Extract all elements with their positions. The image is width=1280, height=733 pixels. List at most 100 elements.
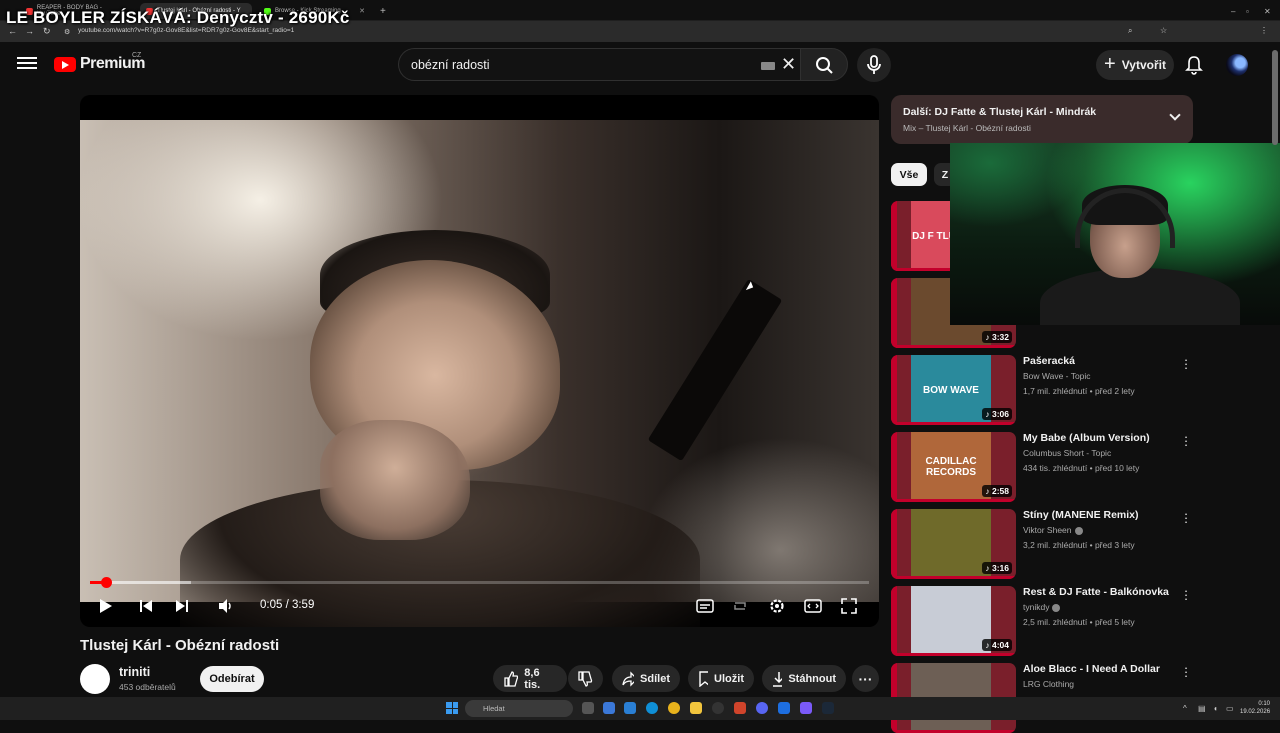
browser-menu-icon[interactable]: ⋮ xyxy=(1260,26,1268,35)
network-icon[interactable]: ▤ xyxy=(1198,704,1206,713)
recommendation-thumbnail[interactable]: ♪ 3:16 xyxy=(891,509,1016,579)
hamburger-menu-icon[interactable] xyxy=(17,54,37,74)
channel-name[interactable]: triniti xyxy=(119,665,150,679)
app-icon-3[interactable] xyxy=(800,702,812,714)
autoplay-toggle[interactable] xyxy=(728,595,752,617)
tray-chevron-icon[interactable]: ^ xyxy=(1183,704,1187,713)
theater-mode-button[interactable] xyxy=(801,595,825,617)
video-frame[interactable] xyxy=(80,120,879,627)
country-code: CZ xyxy=(132,52,142,59)
like-button[interactable]: 8,6 tis. xyxy=(493,665,567,692)
playlist-next-card[interactable]: Další: DJ Fatte & Tlustej Kárl - Mindrák… xyxy=(891,95,1193,144)
recommendation-title[interactable]: My Babe (Album Version) xyxy=(1023,432,1150,444)
recommendation-thumbnail[interactable]: BOW WAVE ♪ 3:06 xyxy=(891,355,1016,425)
subscribe-button[interactable]: Odebírat xyxy=(200,666,264,692)
taskbar-clock[interactable]: 0:10 19.02.2026 xyxy=(1240,700,1270,716)
keyboard-icon[interactable] xyxy=(761,62,775,70)
dislike-button[interactable] xyxy=(568,665,603,692)
windows-start-icon[interactable] xyxy=(446,702,458,714)
duration-badge: ♪ 3:06 xyxy=(982,408,1012,420)
subtitles-button[interactable] xyxy=(693,595,717,617)
chevron-down-icon[interactable] xyxy=(1169,109,1181,121)
voice-search-button[interactable] xyxy=(857,48,891,82)
task-view-icon[interactable] xyxy=(582,702,594,714)
maximize-icon[interactable]: ▫ xyxy=(1240,3,1255,19)
download-icon xyxy=(773,671,783,687)
more-actions-icon[interactable]: ··· xyxy=(852,665,879,692)
close-tab-icon[interactable]: ✕ xyxy=(359,7,365,15)
app-icon[interactable] xyxy=(734,702,746,714)
video-figure-gun xyxy=(647,278,783,462)
steam-icon[interactable] xyxy=(822,702,834,714)
search-box[interactable]: obézní radosti ✕ xyxy=(398,48,800,81)
create-button[interactable]: + Vytvořit xyxy=(1096,50,1174,80)
more-options-icon[interactable]: · · · xyxy=(1183,507,1189,528)
browser-chrome: REAPER - BODY BAG - YouTube Tlustej Kárl… xyxy=(0,0,1280,42)
loop-icon xyxy=(734,602,746,610)
recommendation-title[interactable]: Rest & DJ Fatte - Balkónovka xyxy=(1023,586,1169,598)
video-player[interactable]: 0:05 / 3:59 xyxy=(80,95,879,627)
more-options-icon[interactable]: · · · xyxy=(1183,661,1189,682)
discord-icon[interactable] xyxy=(756,702,768,714)
recommendation-channel[interactable]: Columbus Short - Topic xyxy=(1023,448,1111,458)
edge-icon[interactable] xyxy=(646,702,658,714)
recommendation-channel[interactable]: tynikdy xyxy=(1023,602,1061,612)
recommendation-channel[interactable]: LRG Clothing xyxy=(1023,679,1074,689)
recommendation-title[interactable]: Aloe Blacc - I Need A Dollar xyxy=(1023,663,1160,675)
new-tab-icon[interactable]: + xyxy=(374,3,390,19)
recommendation-title[interactable]: Stíny (MANENE Remix) xyxy=(1023,509,1139,521)
account-avatar[interactable] xyxy=(1226,54,1248,76)
taskbar-search[interactable]: Hledat xyxy=(465,700,573,717)
settings-button[interactable] xyxy=(765,595,789,617)
download-button[interactable]: Stáhnout xyxy=(762,665,846,692)
theater-mode-icon xyxy=(804,599,822,613)
store-icon[interactable] xyxy=(624,702,636,714)
fullscreen-icon xyxy=(841,598,857,614)
watch-progress xyxy=(891,576,1016,579)
notifications-bell-icon[interactable] xyxy=(1184,54,1204,76)
recommendation-channel[interactable]: Bow Wave - Topic xyxy=(1023,371,1091,381)
search-input[interactable]: obézní radosti xyxy=(411,58,490,72)
watch-progress xyxy=(891,422,1016,425)
recommendation-channel[interactable]: Viktor Sheen xyxy=(1023,525,1083,535)
channel-avatar[interactable] xyxy=(80,664,110,694)
thumbnail-image: CADILLAC RECORDS xyxy=(911,432,991,502)
recommendation-thumbnail[interactable]: ♪ 4:04 xyxy=(891,586,1016,656)
speaker-icon[interactable]: ◖ xyxy=(1213,704,1218,713)
volume-button[interactable] xyxy=(215,595,237,617)
save-button[interactable]: Uložit xyxy=(688,665,754,692)
zoom-icon[interactable]: ⌕ xyxy=(1128,26,1132,36)
search-button[interactable] xyxy=(800,48,848,81)
battery-icon[interactable]: ▭ xyxy=(1226,704,1234,713)
fullscreen-button[interactable] xyxy=(837,595,861,617)
progress-track[interactable] xyxy=(90,581,869,584)
app-icon-2[interactable] xyxy=(778,702,790,714)
clear-search-icon[interactable]: ✕ xyxy=(781,54,796,75)
widgets-icon[interactable] xyxy=(603,702,615,714)
next-button[interactable] xyxy=(171,595,193,617)
page-scrollbar[interactable] xyxy=(1272,50,1278,145)
share-button[interactable]: Sdílet xyxy=(612,665,680,692)
chrome-icon[interactable] xyxy=(668,702,680,714)
playlist-name: Mix – Tlustej Kárl - Obézní radosti xyxy=(903,123,1031,133)
more-options-icon[interactable]: · · · xyxy=(1183,584,1189,605)
more-options-icon[interactable]: · · · xyxy=(1183,430,1189,451)
site-info-icon[interactable]: ⚙ xyxy=(64,28,70,36)
close-window-icon[interactable]: ✕ xyxy=(1258,3,1277,19)
subscriber-count: 453 odběratelů xyxy=(119,682,176,692)
more-options-icon[interactable]: · · · xyxy=(1183,353,1189,374)
chip-all[interactable]: Vše xyxy=(891,163,927,186)
minimize-icon[interactable]: – xyxy=(1225,3,1241,19)
bookmark-star-icon[interactable]: ☆ xyxy=(1160,26,1167,35)
recommendation-title[interactable]: Pašeracká xyxy=(1023,355,1075,367)
share-icon xyxy=(622,670,635,687)
url-field[interactable]: youtube.com/watch?v=R7g0z-Gov8E&list=RDR… xyxy=(78,27,294,34)
file-explorer-icon[interactable] xyxy=(690,702,702,714)
video-figure-hand xyxy=(320,420,470,540)
play-button[interactable] xyxy=(94,595,116,617)
watch-progress xyxy=(891,345,1016,348)
recommendation-thumbnail[interactable]: CADILLAC RECORDS ♪ 2:58 xyxy=(891,432,1016,502)
obs-icon[interactable] xyxy=(712,702,724,714)
recommendation-meta: 3,2 mil. zhlédnutí • před 3 lety xyxy=(1023,540,1135,550)
previous-button[interactable] xyxy=(135,595,157,617)
